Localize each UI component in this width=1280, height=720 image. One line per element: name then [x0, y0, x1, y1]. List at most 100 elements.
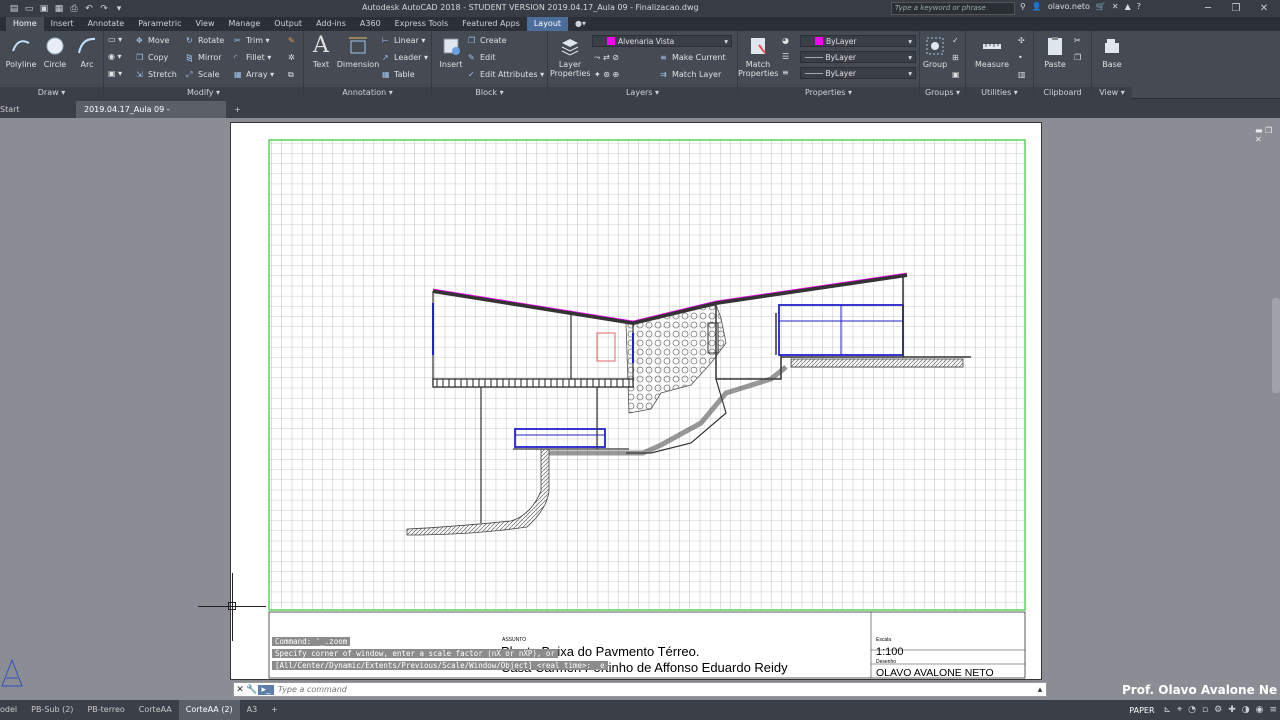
- command-input[interactable]: [274, 685, 974, 694]
- view-panel-title[interactable]: View ▾: [1092, 87, 1132, 99]
- rotate-button[interactable]: ↻ Rotate: [186, 36, 224, 45]
- insert-button[interactable]: Insert: [438, 35, 464, 69]
- tab-insert[interactable]: Insert: [44, 17, 81, 31]
- annotation-panel-title[interactable]: Annotation ▾: [304, 87, 431, 99]
- isolate-icon[interactable]: ◑: [1242, 705, 1250, 715]
- search-input[interactable]: Type a keyword or phrase: [891, 2, 1015, 15]
- base-button[interactable]: Base: [1098, 35, 1126, 69]
- layer-dropdown[interactable]: Alvenaria Vista ▾: [592, 35, 732, 47]
- mirror-button[interactable]: ⧎ Mirror: [186, 53, 222, 62]
- scale-button[interactable]: ⤢ Scale: [186, 70, 220, 80]
- color-dropdown[interactable]: ByLayer ▾: [800, 35, 916, 47]
- ortho-icon[interactable]: ⌖: [1177, 705, 1182, 715]
- lineweight-dropdown[interactable]: ──── ByLayer ▾: [800, 51, 916, 63]
- restore-icon[interactable]: ❐: [1222, 0, 1250, 17]
- hardware-accel-icon[interactable]: ◉: [1256, 705, 1264, 715]
- save-icon[interactable]: ▣: [38, 4, 50, 14]
- layout-tab-pb-terreo[interactable]: PB-terreo: [80, 700, 131, 720]
- ribbon-toggle-icon[interactable]: ●▾: [568, 17, 593, 31]
- circle-button[interactable]: Circle: [40, 35, 70, 69]
- groups-panel-title[interactable]: Groups ▾: [920, 87, 965, 99]
- group-select-icon[interactable]: ▣: [952, 70, 960, 79]
- drawing-canvas[interactable]: ▬ ❐ ✕ ASSUNTO Planta Baixa do Pavmento T…: [0, 118, 1280, 687]
- tab-express-tools[interactable]: Express Tools: [388, 17, 456, 31]
- new-tab-icon[interactable]: +: [226, 101, 249, 118]
- layers-panel-title[interactable]: Layers ▾: [548, 87, 737, 99]
- table-button[interactable]: ▦ Table: [382, 70, 415, 79]
- group-button[interactable]: Group: [922, 35, 948, 69]
- tab-manage[interactable]: Manage: [222, 17, 268, 31]
- properties-panel-title[interactable]: Properties ▾: [738, 87, 919, 99]
- tab-layout[interactable]: Layout: [526, 17, 569, 31]
- tab-output[interactable]: Output: [267, 17, 309, 31]
- user-name[interactable]: olavo.neto: [1048, 2, 1090, 11]
- draw-panel-title[interactable]: Draw ▾: [0, 87, 103, 99]
- group-edit-icon[interactable]: ⊞: [952, 53, 959, 62]
- dropdown-icon[interactable]: ▾: [113, 4, 125, 14]
- linear-button[interactable]: ⊢ Linear ▾: [382, 36, 425, 45]
- drawing-tab[interactable]: 2019.04.17_Aula 09 - Finalizacao* ✕: [76, 101, 226, 131]
- utilities-panel-title[interactable]: Utilities ▾: [966, 87, 1033, 99]
- calculator-icon[interactable]: ▥: [1018, 70, 1026, 79]
- polyline-button[interactable]: Polyline: [4, 35, 38, 69]
- match-layer-button[interactable]: ⇉ Match Layer: [660, 70, 721, 79]
- layout-tab-corteaa[interactable]: CorteAA: [132, 700, 179, 720]
- copy-button[interactable]: ❐ Copy: [136, 53, 168, 62]
- help-icon[interactable]: ?: [1137, 2, 1141, 11]
- viewport-controls[interactable]: ▬ ❐ ✕: [1255, 126, 1280, 144]
- tab-parametric[interactable]: Parametric: [131, 17, 188, 31]
- close-icon[interactable]: ✕: [234, 685, 246, 695]
- tab-view[interactable]: View: [189, 17, 222, 31]
- command-prompt-icon[interactable]: ▸_: [258, 684, 274, 695]
- text-button[interactable]: A Text: [310, 35, 332, 70]
- layer-tool-icons-row2[interactable]: ✦ ⊛ ⊕: [594, 70, 619, 79]
- trim-button[interactable]: ✂ Trim ▾: [234, 36, 270, 45]
- edit-block-button[interactable]: ✎ Edit: [468, 53, 496, 62]
- quick-select-icon[interactable]: ✣: [1018, 36, 1025, 45]
- wrench-icon[interactable]: 🔧: [246, 685, 258, 695]
- binoculars-icon[interactable]: ⚲: [1020, 2, 1026, 11]
- measure-button[interactable]: Measure: [972, 35, 1012, 69]
- layout-tab-corteaa-2[interactable]: CorteAA (2): [178, 700, 240, 720]
- copy-clip-icon[interactable]: ❐: [1074, 53, 1081, 62]
- leader-button[interactable]: ↗ Leader ▾: [382, 53, 428, 62]
- start-tab[interactable]: Start: [0, 101, 70, 118]
- layout-tab-a3[interactable]: A3: [240, 700, 265, 720]
- move-button[interactable]: ✥ Move: [136, 36, 169, 45]
- edit-attributes-button[interactable]: ✓ Edit Attributes ▾: [468, 70, 544, 79]
- cart-icon[interactable]: 🛒: [1096, 2, 1106, 11]
- exchange-icon[interactable]: ✕: [1112, 2, 1119, 11]
- undo-icon[interactable]: ↶: [83, 4, 95, 14]
- clipboard-panel-title[interactable]: Clipboard: [1034, 87, 1091, 99]
- close-icon[interactable]: ✕: [1250, 0, 1278, 17]
- print-icon[interactable]: ⎙: [68, 4, 80, 14]
- point-icon[interactable]: •: [1018, 53, 1023, 62]
- tab-a360[interactable]: A360: [353, 17, 388, 31]
- user-icon[interactable]: 👤: [1032, 2, 1042, 11]
- recent-commands-icon[interactable]: ▴: [1034, 685, 1046, 695]
- stretch-button[interactable]: ⇲ Stretch: [136, 70, 177, 79]
- customize-icon[interactable]: ≡: [1269, 705, 1277, 715]
- osnap-icon[interactable]: ▫: [1202, 705, 1208, 715]
- polar-icon[interactable]: ◔: [1188, 705, 1196, 715]
- linetype-dropdown[interactable]: ──── ByLayer ▾: [800, 67, 916, 79]
- grid-snap-icon[interactable]: ⊾: [1164, 705, 1172, 715]
- layout-tab-model[interactable]: odel: [0, 700, 24, 720]
- minimize-icon[interactable]: ─: [1194, 0, 1222, 17]
- redo-icon[interactable]: ↷: [98, 4, 110, 14]
- tab-add-ins[interactable]: Add-ins: [309, 17, 353, 31]
- save-as-icon[interactable]: ▦: [53, 4, 65, 14]
- open-icon[interactable]: ▭: [23, 4, 35, 14]
- vertical-scrollbar[interactable]: [1272, 298, 1280, 393]
- create-block-button[interactable]: ❐ Create: [468, 36, 507, 45]
- arc-button[interactable]: Arc: [74, 35, 100, 69]
- paste-button[interactable]: Paste: [1038, 35, 1072, 69]
- offset-icon[interactable]: ⧉: [288, 70, 294, 80]
- layout-tab-pb-sub-2[interactable]: PB-Sub (2): [24, 700, 80, 720]
- array-button[interactable]: ▦ Array ▾: [234, 70, 274, 79]
- layer-tool-icons-row1[interactable]: ⤳ ⇄ ⊘: [594, 53, 619, 63]
- fillet-button[interactable]: ◜ Fillet ▾: [234, 53, 271, 62]
- new-icon[interactable]: ▤: [8, 4, 20, 14]
- tab-featured-apps[interactable]: Featured Apps: [455, 17, 527, 31]
- tab-annotate[interactable]: Annotate: [81, 17, 132, 31]
